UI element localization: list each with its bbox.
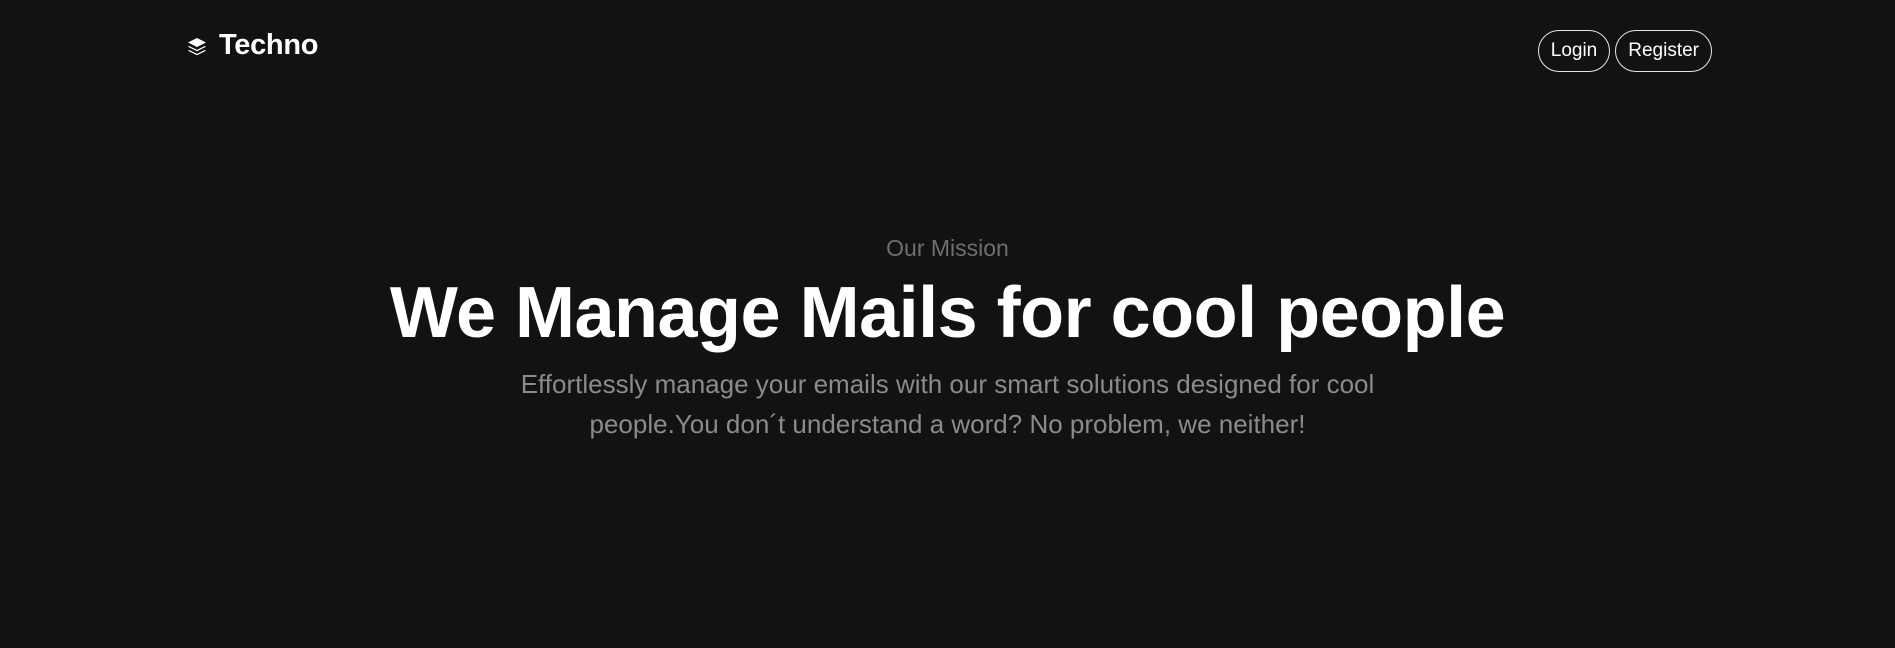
navbar: Techno Login Register [0, 0, 1895, 102]
brand-logo-link[interactable]: Techno [186, 31, 318, 60]
hero-section: Our Mission We Manage Mails for cool peo… [0, 230, 1895, 444]
auth-actions: Login Register [1537, 30, 1712, 72]
layers-icon [186, 36, 208, 58]
hero-eyebrow: Our Mission [886, 235, 1009, 261]
brand-name: Techno [219, 29, 319, 61]
landing-page: Techno Login Register Our Mission We Man… [0, 0, 1895, 648]
login-button[interactable]: Login [1537, 30, 1611, 72]
register-button[interactable]: Register [1615, 30, 1712, 72]
hero-description: Effortlessly manage your emails with our… [520, 369, 1375, 439]
hero-headline: We Manage Mails for cool people [389, 273, 1506, 353]
